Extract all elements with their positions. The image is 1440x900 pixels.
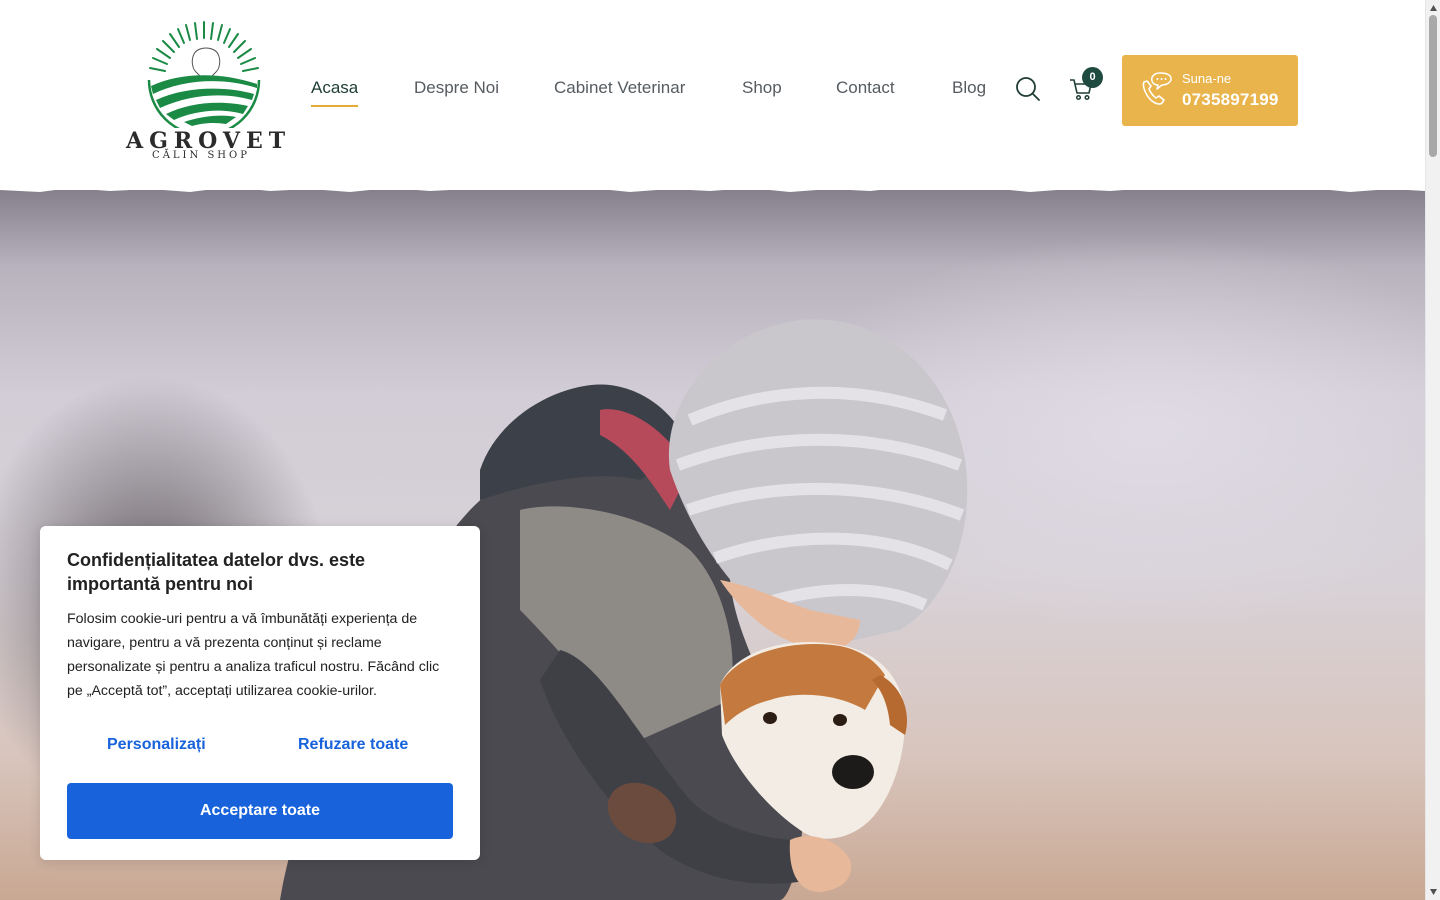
logo-tagline: CĂLIN SHOP — [152, 150, 250, 161]
cart-count-badge: 0 — [1082, 67, 1103, 88]
call-us-button[interactable]: Suna-ne 0735897199 — [1122, 55, 1298, 126]
cookie-customize-button[interactable]: Personalizați — [107, 736, 206, 754]
nav-item-despre-noi[interactable]: Despre Noi — [414, 78, 499, 98]
nav-item-cabinet-veterinar[interactable]: Cabinet Veterinar — [554, 78, 685, 98]
nav-item-contact[interactable]: Contact — [836, 78, 895, 98]
scrollbar-thumb[interactable] — [1429, 15, 1437, 157]
site-header: AGROVET CĂLIN SHOP Acasa Despre Noi Cabi… — [0, 0, 1425, 190]
logo-emblem-icon — [147, 21, 261, 128]
cookie-accept-all-button[interactable]: Acceptare toate — [67, 783, 453, 839]
search-icon — [1016, 77, 1040, 101]
search-button[interactable] — [1015, 76, 1041, 107]
nav-item-acasa[interactable]: Acasa — [311, 78, 359, 107]
nav-item-shop[interactable]: Shop — [742, 78, 782, 98]
call-us-number: 0735897199 — [1182, 90, 1279, 109]
scroll-down-arrow-icon[interactable] — [1429, 888, 1438, 896]
phone-chat-icon — [1142, 72, 1172, 105]
page-scrollbar[interactable] — [1425, 0, 1440, 900]
scroll-up-arrow-icon[interactable] — [1429, 4, 1438, 12]
site-logo[interactable]: AGROVET CĂLIN SHOP — [126, 16, 285, 164]
cookie-consent-banner: Confidențialitatea datelor dvs. este imp… — [40, 526, 480, 860]
cookie-title: Confidențialitatea datelor dvs. este imp… — [67, 550, 366, 594]
cookie-description: Folosim cookie-uri pentru a vă îmbunătăț… — [67, 611, 440, 699]
call-us-label: Suna-ne — [1182, 71, 1232, 86]
page-viewport: AGROVET CĂLIN SHOP Acasa Despre Noi Cabi… — [0, 0, 1425, 900]
cookie-reject-all-button[interactable]: Refuzare toate — [298, 736, 408, 754]
nav-item-blog[interactable]: Blog — [952, 78, 986, 98]
